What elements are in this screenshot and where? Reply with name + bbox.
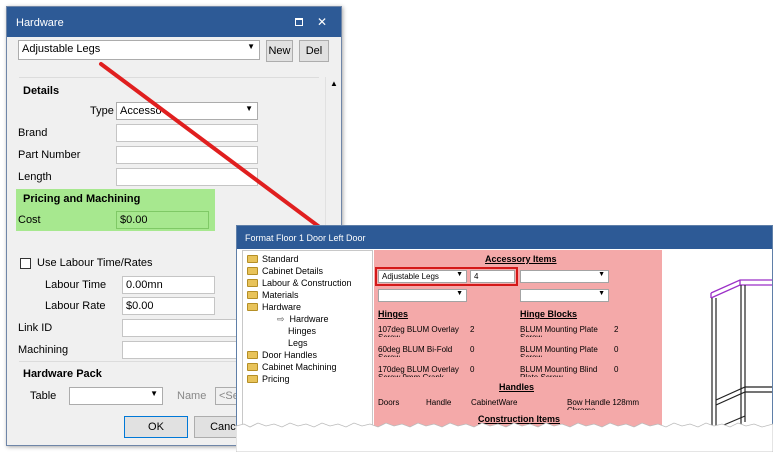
folder-icon — [247, 291, 258, 299]
labour-time-value: 0.00mn — [126, 279, 163, 291]
handles-location: Doors — [378, 398, 400, 407]
type-select-value: Accesso — [120, 105, 162, 117]
hinge-block-qty: 0 — [614, 365, 619, 374]
details-title: Details — [23, 85, 60, 97]
chevron-down-icon: ▼ — [150, 389, 158, 398]
hinge-sub: Screw 9mm Crank — [378, 373, 444, 377]
folder-icon — [247, 279, 258, 287]
arrow-right-icon: ⇨ — [277, 314, 285, 324]
handles-supplier: CabinetWare — [471, 398, 518, 407]
tree-item-cabinet-machining[interactable]: Cabinet Machining — [247, 362, 337, 373]
accessory-select-3[interactable]: ▼ — [378, 289, 467, 302]
pricing-highlight: Pricing and Machining Cost $0.00 — [16, 189, 215, 231]
hinge-sub: Screw — [378, 333, 400, 337]
tree-item-pricing[interactable]: Pricing — [247, 374, 290, 385]
handles-product-sub: Chrome — [567, 406, 595, 410]
hardware-title: Hardware — [16, 17, 64, 29]
length-field[interactable] — [116, 168, 258, 186]
cost-value: $0.00 — [120, 214, 148, 226]
folder-icon — [247, 267, 258, 275]
labour-time-label: Labour Time — [45, 279, 107, 291]
hinge-qty: 2 — [470, 325, 475, 334]
table-select[interactable]: ▼ — [69, 387, 163, 405]
hardware-selector[interactable]: Adjustable Legs ▼ — [18, 40, 260, 60]
format-floor-titlebar: Format Floor 1 Door Left Door — [237, 226, 772, 249]
use-labour-label: Use Labour Time/Rates — [37, 257, 153, 269]
hinge-block-sub: Screw — [520, 333, 542, 337]
tree-item-hardware[interactable]: Hardware — [247, 302, 301, 313]
tree-item-cabinet-details[interactable]: Cabinet Details — [247, 266, 323, 277]
hinge-block-sub: Screw — [520, 353, 542, 357]
name-label: Name — [177, 390, 207, 402]
handles-title: Handles — [499, 382, 535, 392]
hinge-qty: 0 — [470, 365, 475, 374]
chevron-down-icon: ▼ — [598, 271, 605, 278]
folder-icon — [247, 255, 258, 263]
part-number-label: Part Number — [18, 149, 81, 161]
scroll-up-icon[interactable]: ▲ — [330, 79, 338, 88]
machining-label: Machining — [18, 344, 69, 356]
hinge-block-sub: Plate Screw — [520, 373, 563, 377]
tree-item-materials[interactable]: Materials — [247, 290, 299, 301]
hinge-qty: 0 — [470, 345, 475, 354]
table-label: Table — [30, 390, 57, 402]
close-button[interactable]: ✕ — [315, 15, 329, 29]
maximize-icon — [295, 18, 303, 26]
tree-item-standard[interactable]: Standard — [247, 254, 299, 265]
folder-open-icon — [247, 303, 258, 311]
link-id-label: Link ID — [18, 322, 53, 334]
hinges-title: Hinges — [378, 309, 409, 319]
chevron-down-icon: ▼ — [245, 104, 253, 113]
accessory-highlight-box — [375, 267, 518, 286]
cost-field[interactable]: $0.00 — [116, 211, 209, 229]
length-label: Length — [18, 171, 52, 183]
hinge-blocks-title: Hinge Blocks — [520, 309, 578, 319]
hardware-titlebar: Hardware ✕ — [7, 7, 341, 37]
cost-label: Cost — [18, 214, 41, 226]
pricing-title: Pricing and Machining — [23, 193, 141, 205]
handles-type: Handle — [426, 398, 452, 407]
folder-icon — [247, 351, 258, 359]
brand-label: Brand — [18, 127, 48, 139]
brand-field[interactable] — [116, 124, 258, 142]
use-labour-checkbox[interactable] — [20, 258, 31, 269]
accessory-select-4[interactable]: ▼ — [520, 289, 609, 302]
type-label: Type — [90, 105, 114, 117]
tree-item-door-handles[interactable]: Door Handles — [247, 350, 317, 361]
torn-edge — [236, 422, 773, 452]
hinge-block-qty: 2 — [614, 325, 619, 334]
tree-item-hinges[interactable]: Hinges — [288, 326, 316, 337]
del-button[interactable]: Del — [299, 40, 329, 62]
chevron-down-icon: ▼ — [598, 290, 605, 297]
details-group: Details Type Accesso ▼ Brand Part Number… — [18, 77, 319, 189]
hardware-selector-value: Adjustable Legs — [22, 43, 101, 55]
labour-rate-label: Labour Rate — [45, 300, 106, 312]
chevron-down-icon: ▼ — [456, 290, 463, 297]
accessory-select-2[interactable]: ▼ — [520, 270, 609, 283]
accessory-items-title: Accessory Items — [485, 254, 557, 264]
folder-icon — [247, 363, 258, 371]
new-button[interactable]: New — [266, 40, 293, 62]
format-floor-title: Format Floor 1 Door Left Door — [245, 233, 366, 243]
ok-button[interactable]: OK — [124, 416, 188, 438]
hinge-block-qty: 0 — [614, 345, 619, 354]
labour-rate-field[interactable]: $0.00 — [122, 297, 215, 315]
maximize-button[interactable] — [292, 15, 306, 29]
format-floor-window: Format Floor 1 Door Left Door Standard C… — [236, 225, 773, 452]
tree-item-legs[interactable]: Legs — [288, 338, 308, 349]
hardware-pack-title: Hardware Pack — [23, 368, 102, 380]
type-select[interactable]: Accesso ▼ — [116, 102, 258, 120]
tree-item-labour-construction[interactable]: Labour & Construction — [247, 278, 352, 289]
hinge-sub: Screw — [378, 353, 400, 357]
folder-icon — [247, 375, 258, 383]
labour-time-field[interactable]: 0.00mn — [122, 276, 215, 294]
part-number-field[interactable] — [116, 146, 258, 164]
tree-item-hardware-selected[interactable]: ⇨ Hardware — [277, 314, 329, 325]
close-icon: ✕ — [316, 15, 328, 29]
labour-rate-value: $0.00 — [126, 300, 154, 312]
chevron-down-icon: ▼ — [247, 42, 255, 51]
